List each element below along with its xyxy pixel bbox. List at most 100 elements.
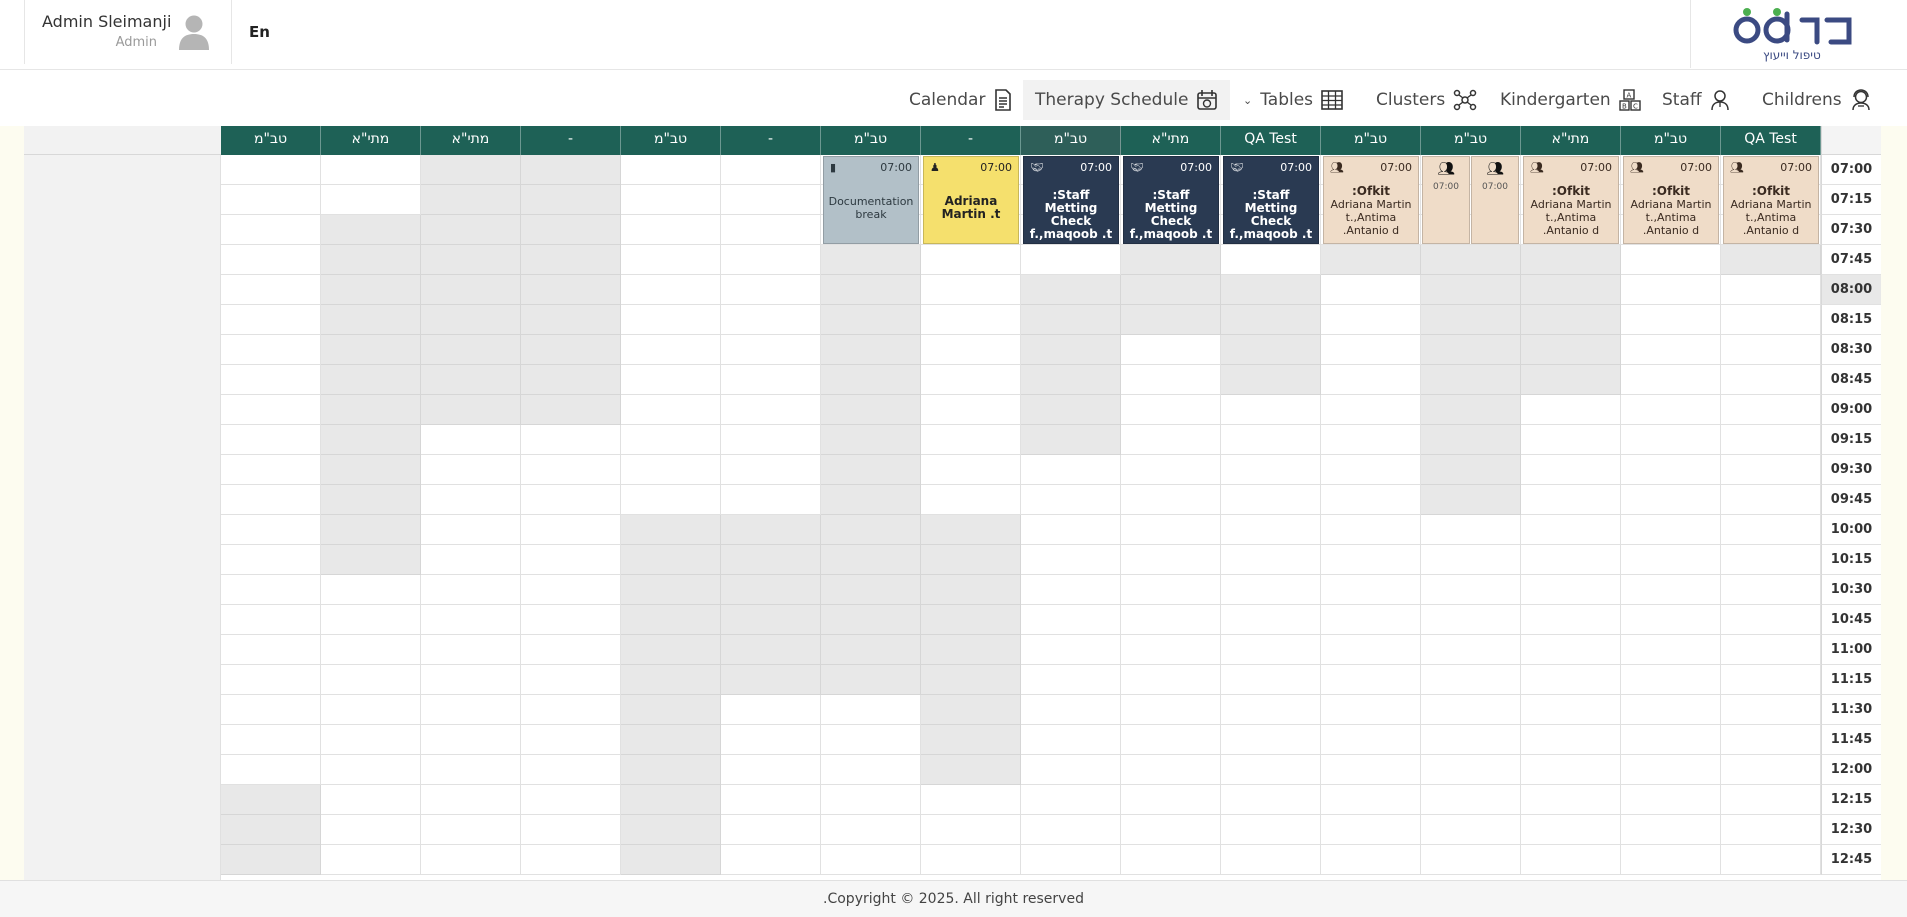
- schedule-slot[interactable]: [1221, 695, 1321, 725]
- schedule-slot[interactable]: [1121, 785, 1221, 815]
- schedule-slot[interactable]: [1121, 575, 1221, 605]
- schedule-slot[interactable]: [1021, 725, 1121, 755]
- schedule-slot[interactable]: [221, 725, 321, 755]
- schedule-event[interactable]: 👥︎ 07:00:Ofkit Adriana Martin t.,Antima .A…: [1523, 156, 1619, 244]
- schedule-slot[interactable]: [921, 485, 1021, 515]
- schedule-slot[interactable]: [1721, 815, 1821, 845]
- schedule-slot[interactable]: [421, 725, 521, 755]
- schedule-slot[interactable]: [721, 275, 821, 305]
- schedule-slot[interactable]: [1421, 725, 1521, 755]
- schedule-slot[interactable]: [1421, 575, 1521, 605]
- schedule-slot[interactable]: [1221, 425, 1321, 455]
- schedule-slot[interactable]: [321, 635, 421, 665]
- schedule-slot[interactable]: [421, 665, 521, 695]
- schedule-slot[interactable]: [1221, 515, 1321, 545]
- schedule-slot[interactable]: [1521, 665, 1621, 695]
- schedule-slot[interactable]: [221, 665, 321, 695]
- schedule-slot[interactable]: [721, 185, 821, 215]
- schedule-slot[interactable]: [1421, 755, 1521, 785]
- schedule-slot[interactable]: [721, 335, 821, 365]
- language-selector[interactable]: En: [249, 23, 270, 41]
- schedule-slot[interactable]: [221, 155, 321, 185]
- schedule-slot[interactable]: [421, 695, 521, 725]
- schedule-slot[interactable]: [621, 365, 721, 395]
- schedule-slot[interactable]: [1421, 845, 1521, 875]
- schedule-slot[interactable]: [1121, 815, 1221, 845]
- schedule-slot[interactable]: [1621, 575, 1721, 605]
- schedule-slot[interactable]: [1321, 605, 1421, 635]
- schedule-slot[interactable]: [1321, 275, 1421, 305]
- schedule-slot[interactable]: [521, 635, 621, 665]
- schedule-slot[interactable]: [721, 245, 821, 275]
- schedule-slot[interactable]: [1521, 755, 1621, 785]
- schedule-slot[interactable]: [421, 845, 521, 875]
- schedule-slot[interactable]: [321, 575, 421, 605]
- schedule-slot[interactable]: [1221, 485, 1321, 515]
- schedule-slot[interactable]: [1421, 605, 1521, 635]
- schedule-slot[interactable]: [1321, 665, 1421, 695]
- schedule-slot[interactable]: [1721, 755, 1821, 785]
- schedule-slot[interactable]: [421, 485, 521, 515]
- schedule-slot[interactable]: [821, 815, 921, 845]
- schedule-slot[interactable]: [521, 605, 621, 635]
- schedule-slot[interactable]: [721, 815, 821, 845]
- schedule-slot[interactable]: [921, 455, 1021, 485]
- schedule-slot[interactable]: [1621, 815, 1721, 845]
- schedule-slot[interactable]: [721, 155, 821, 185]
- schedule-slot[interactable]: [1621, 605, 1721, 635]
- schedule-slot[interactable]: [1521, 485, 1621, 515]
- schedule-slot[interactable]: [1421, 515, 1521, 545]
- schedule-slot[interactable]: [1321, 785, 1421, 815]
- schedule-event[interactable]: 🤝︎ 07:00:Staff Metting Check f.,maqoob .t: [1023, 156, 1119, 244]
- schedule-slot[interactable]: [1021, 545, 1121, 575]
- schedule-slot[interactable]: [1321, 395, 1421, 425]
- schedule-slot[interactable]: [1321, 425, 1421, 455]
- schedule-slot[interactable]: [1721, 335, 1821, 365]
- schedule-slot[interactable]: [1721, 725, 1821, 755]
- schedule-slot[interactable]: [1221, 845, 1321, 875]
- schedule-slot[interactable]: [1321, 485, 1421, 515]
- schedule-slot[interactable]: [1221, 245, 1321, 275]
- schedule-slot[interactable]: [1321, 365, 1421, 395]
- schedule-slot[interactable]: [1621, 275, 1721, 305]
- schedule-slot[interactable]: [921, 245, 1021, 275]
- schedule-slot[interactable]: [1621, 365, 1721, 395]
- schedule-slot[interactable]: [421, 755, 521, 785]
- schedule-slot[interactable]: [321, 785, 421, 815]
- schedule-slot[interactable]: [721, 455, 821, 485]
- schedule-slot[interactable]: [621, 425, 721, 455]
- schedule-slot[interactable]: [621, 485, 721, 515]
- schedule-slot[interactable]: [1621, 245, 1721, 275]
- schedule-slot[interactable]: [1721, 365, 1821, 395]
- schedule-slot[interactable]: [1121, 545, 1221, 575]
- schedule-slot[interactable]: [721, 365, 821, 395]
- schedule-slot[interactable]: [721, 215, 821, 245]
- schedule-slot[interactable]: [1621, 545, 1721, 575]
- schedule-slot[interactable]: [221, 395, 321, 425]
- schedule-slot[interactable]: [1321, 545, 1421, 575]
- schedule-slot[interactable]: [1621, 755, 1721, 785]
- logo[interactable]: טיפול וייעוץ: [1690, 0, 1907, 68]
- schedule-slot[interactable]: [1221, 665, 1321, 695]
- schedule-slot[interactable]: [1721, 275, 1821, 305]
- schedule-slot[interactable]: [621, 305, 721, 335]
- schedule-slot[interactable]: [1021, 845, 1121, 875]
- schedule-slot[interactable]: [1721, 485, 1821, 515]
- nav-clusters[interactable]: Clusters: [1364, 80, 1489, 120]
- schedule-slot[interactable]: [1721, 605, 1821, 635]
- schedule-slot[interactable]: [1521, 605, 1621, 635]
- schedule-slot[interactable]: [1621, 635, 1721, 665]
- schedule-slot[interactable]: [1021, 785, 1121, 815]
- schedule-slot[interactable]: [1521, 815, 1621, 845]
- schedule-slot[interactable]: [921, 425, 1021, 455]
- schedule-slot[interactable]: [1521, 575, 1621, 605]
- schedule-slot[interactable]: [721, 695, 821, 725]
- schedule-slot[interactable]: [1321, 725, 1421, 755]
- schedule-slot[interactable]: [1721, 665, 1821, 695]
- schedule-slot[interactable]: [1621, 335, 1721, 365]
- schedule-slot[interactable]: [721, 425, 821, 455]
- schedule-slot[interactable]: [1121, 635, 1221, 665]
- schedule-slot[interactable]: [1321, 575, 1421, 605]
- schedule-slot[interactable]: [1721, 395, 1821, 425]
- schedule-slot[interactable]: [1621, 485, 1721, 515]
